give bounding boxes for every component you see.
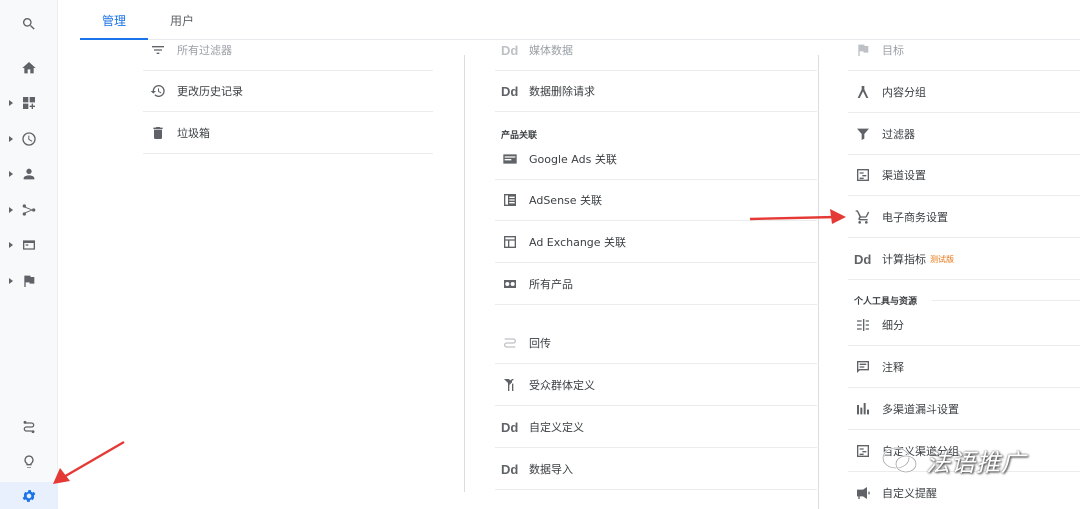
mcf-icon xyxy=(854,401,882,417)
list-item-label: 细分 xyxy=(882,319,904,332)
expand-caret-icon xyxy=(9,207,13,213)
list-item-calculated-metrics[interactable]: Dd 计算指标 测试版 xyxy=(848,239,1080,280)
tab-admin[interactable]: 管理 xyxy=(80,0,148,40)
attribution-icon[interactable] xyxy=(0,411,58,443)
list-item-label: 多渠道漏斗设置 xyxy=(882,403,959,416)
view-column: 目标 内容分组 过滤器 渠道设置 电子商务设置 Dd 计算指标 测试版 个人工具… xyxy=(848,40,1080,509)
list-item-label: 更改历史记录 xyxy=(177,85,243,98)
list-item-label: 受众群体定义 xyxy=(529,379,595,392)
google-ads-icon xyxy=(501,151,529,167)
trash-icon xyxy=(149,125,177,141)
postbacks-icon xyxy=(501,335,529,351)
expand-caret-icon xyxy=(9,278,13,284)
red-arrow-icon xyxy=(749,209,846,224)
history-icon xyxy=(149,83,177,99)
filter-icon xyxy=(854,126,882,142)
list-item-filters[interactable]: 过滤器 xyxy=(848,114,1080,155)
list-item-annotations[interactable]: 注释 xyxy=(848,347,1080,388)
list-item-audience-definitions[interactable]: 受众群体定义 xyxy=(495,365,817,406)
wechat-logo-icon xyxy=(882,447,917,473)
goals-icon xyxy=(854,42,882,58)
list-item-label: 自定义定义 xyxy=(529,421,584,434)
list-item-cut[interactable]: 所有过滤器 xyxy=(143,30,433,71)
channel-grouping-icon xyxy=(854,443,882,459)
alerts-icon xyxy=(854,485,882,501)
dd-icon: Dd xyxy=(501,461,519,477)
column-divider xyxy=(818,55,819,509)
audience-def-icon xyxy=(501,377,529,393)
list-item-label: 计算指标 xyxy=(882,253,926,266)
content-grouping-icon xyxy=(854,84,882,100)
ga-admin-page: 管理 用户 所有过滤器 更改历史记录 垃圾箱 Dd 媒体数据 Dd 数据删除请求… xyxy=(0,0,1080,509)
left-nav-rail xyxy=(0,0,58,509)
audience-icon[interactable] xyxy=(0,158,58,190)
red-arrow-icon xyxy=(53,440,125,484)
dd-icon: Dd xyxy=(501,83,519,99)
list-item-label: 渠道设置 xyxy=(882,169,926,182)
list-item-content-grouping[interactable]: 内容分组 xyxy=(848,72,1080,113)
list-item-label: Ad Exchange 关联 xyxy=(529,236,627,249)
expand-caret-icon xyxy=(9,136,13,142)
acquisition-icon[interactable] xyxy=(0,194,58,226)
list-item-data-deletion[interactable]: Dd 数据删除请求 xyxy=(495,71,817,112)
list-item-label: 数据导入 xyxy=(529,463,573,476)
dd-icon: Dd xyxy=(854,251,872,267)
filter-small-icon xyxy=(149,42,177,58)
beta-badge: 测试版 xyxy=(930,254,954,264)
expand-caret-icon xyxy=(9,242,13,248)
list-item-cut[interactable]: Dd 媒体数据 xyxy=(495,30,817,71)
expand-caret-icon xyxy=(9,171,13,177)
home-icon[interactable] xyxy=(0,52,58,84)
list-item-label: 电子商务设置 xyxy=(882,211,948,224)
list-item-label: 内容分组 xyxy=(882,86,926,99)
list-item-change-history[interactable]: 更改历史记录 xyxy=(143,71,433,112)
list-item-label: Google Ads 关联 xyxy=(529,153,617,166)
list-item-label: 数据删除请求 xyxy=(529,85,595,98)
column-divider xyxy=(464,55,465,492)
conversions-icon[interactable] xyxy=(0,265,58,297)
behavior-icon[interactable] xyxy=(0,229,58,261)
list-item-label: 所有过滤器 xyxy=(177,44,232,57)
list-item-label: 过滤器 xyxy=(882,128,915,141)
list-item-custom-definitions[interactable]: Dd 自定义定义 xyxy=(495,407,817,448)
list-item-label: AdSense 关联 xyxy=(529,194,603,207)
cart-icon xyxy=(854,209,882,225)
list-item-ecommerce-settings[interactable]: 电子商务设置 xyxy=(848,197,1080,238)
list-item-label: 自定义提醒 xyxy=(882,487,937,500)
customization-icon[interactable] xyxy=(0,87,58,119)
dd-icon: Dd xyxy=(501,419,519,435)
expand-caret-icon xyxy=(9,100,13,106)
list-item-label: 所有产品 xyxy=(529,278,573,291)
list-item-label: 注释 xyxy=(882,361,904,374)
property-column: Dd 媒体数据 Dd 数据删除请求 产品关联 Google Ads 关联 AdS… xyxy=(495,40,817,509)
ad-exchange-icon xyxy=(501,234,529,250)
list-item-label: 目标 xyxy=(882,44,904,57)
list-item-label: 回传 xyxy=(529,337,551,350)
channel-settings-icon xyxy=(854,167,882,183)
adsense-icon xyxy=(501,192,529,208)
wechat-watermark: 法语推广 xyxy=(880,440,1080,480)
watermark-text: 法语推广 xyxy=(926,448,1026,477)
list-item-mcf-settings[interactable]: 多渠道漏斗设置 xyxy=(848,389,1080,430)
segments-icon xyxy=(854,317,882,333)
list-item-cut[interactable]: 目标 xyxy=(848,30,1080,71)
annotation-icon xyxy=(854,359,882,375)
list-item-trash[interactable]: 垃圾箱 xyxy=(143,113,433,154)
all-products-icon xyxy=(501,276,529,292)
list-item-segments[interactable]: 细分 xyxy=(848,305,1080,346)
search-icon[interactable] xyxy=(0,8,58,40)
list-item-data-import[interactable]: Dd 数据导入 xyxy=(495,449,817,490)
list-item-all-products[interactable]: 所有产品 xyxy=(495,264,817,305)
list-item-google-ads[interactable]: Google Ads 关联 xyxy=(495,139,817,180)
list-item-postbacks[interactable]: 回传 xyxy=(495,323,817,364)
list-item-label: 垃圾箱 xyxy=(177,127,210,140)
list-item-channel-settings[interactable]: 渠道设置 xyxy=(848,155,1080,196)
account-column: 所有过滤器 更改历史记录 垃圾箱 xyxy=(143,40,433,509)
list-item-label: 媒体数据 xyxy=(529,44,573,57)
realtime-icon[interactable] xyxy=(0,123,58,155)
dd-icon: Dd xyxy=(501,42,519,58)
